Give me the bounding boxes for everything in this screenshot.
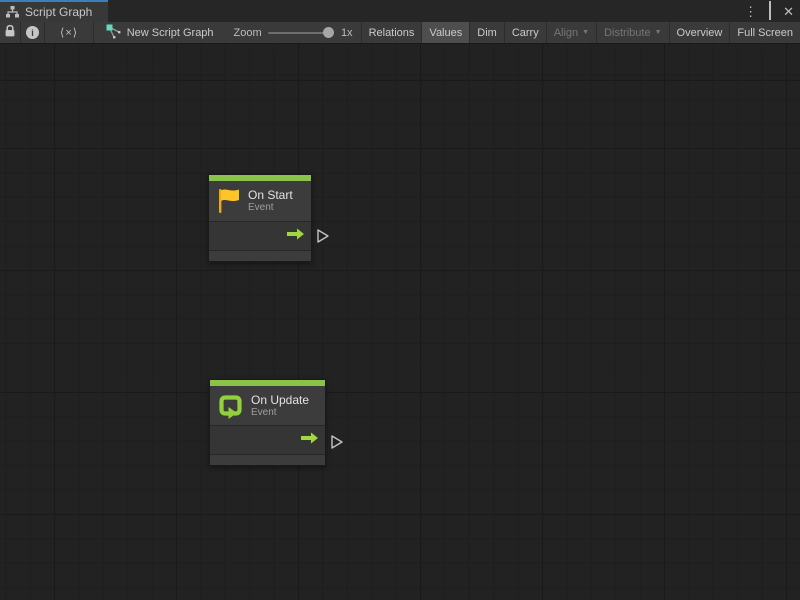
node-subtitle: Event <box>251 407 309 419</box>
node-on-update[interactable]: On Update Event <box>209 379 326 466</box>
relations-label: Relations <box>369 27 415 39</box>
node-title: On Start <box>248 188 293 202</box>
node-titles: On Update Event <box>251 393 309 419</box>
new-graph-icon <box>106 24 121 42</box>
overview-button[interactable]: Overview <box>670 22 730 43</box>
info-icon: i <box>26 26 39 39</box>
node-title: On Update <box>251 393 309 407</box>
script-graph-window: Script Graph ⋮ ✕ i ⟨×⟩ <box>0 0 800 600</box>
node-subtitle: Event <box>248 202 293 214</box>
chevron-down-icon: ▼ <box>655 29 662 36</box>
node-footer <box>210 455 325 465</box>
zoom-value: 1x <box>341 27 353 39</box>
node-on-start[interactable]: On Start Event <box>208 174 312 262</box>
toolbar-toggle-group: Relations Values Dim Carry Align ▼ Distr… <box>361 22 800 43</box>
values-label: Values <box>429 27 462 39</box>
zoom-slider[interactable] <box>268 22 334 43</box>
chevron-down-icon: ▼ <box>582 29 589 36</box>
node-titles: On Start Event <box>248 188 293 214</box>
graph-toolbar: i ⟨×⟩ New Script Graph Zoom 1x <box>0 22 800 44</box>
graph-info-button[interactable]: i <box>21 22 45 43</box>
align-dropdown[interactable]: Align ▼ <box>547 22 596 43</box>
tab-script-graph[interactable]: Script Graph <box>0 0 108 22</box>
maximize-box <box>769 1 771 20</box>
output-port[interactable] <box>330 434 344 450</box>
lock-icon <box>4 24 16 41</box>
flow-arrow-icon <box>287 227 305 245</box>
tab-bar: Script Graph ⋮ ✕ <box>0 0 800 22</box>
code-brackets-icon: ⟨×⟩ <box>60 26 78 39</box>
maximize-icon[interactable] <box>769 5 771 18</box>
carry-toggle[interactable]: Carry <box>505 22 546 43</box>
new-script-graph-button[interactable]: New Script Graph <box>94 22 224 43</box>
relations-toggle[interactable]: Relations <box>362 22 422 43</box>
zoom-slider-handle[interactable] <box>323 27 334 38</box>
node-port-row <box>210 426 325 455</box>
node-port-row <box>209 222 311 251</box>
tab-label: Script Graph <box>25 5 92 19</box>
new-graph-label: New Script Graph <box>127 27 214 39</box>
distribute-dropdown[interactable]: Distribute ▼ <box>597 22 668 43</box>
output-port[interactable] <box>316 228 330 244</box>
zoom-label: Zoom <box>234 27 262 39</box>
align-label: Align <box>554 27 578 39</box>
overview-label: Overview <box>677 27 723 39</box>
dim-label: Dim <box>477 27 497 39</box>
graph-hierarchy-icon <box>6 6 19 18</box>
tabbar-controls: ⋮ ✕ <box>744 0 794 22</box>
node-header: On Start Event <box>209 181 311 222</box>
node-header: On Update Event <box>210 386 325 426</box>
graph-canvas[interactable]: On Start Event <box>0 44 800 600</box>
dim-toggle[interactable]: Dim <box>470 22 504 43</box>
values-toggle[interactable]: Values <box>422 22 469 43</box>
code-preview-button[interactable]: ⟨×⟩ <box>45 22 92 43</box>
full-screen-label: Full Screen <box>737 27 793 39</box>
flow-arrow-icon <box>301 431 319 449</box>
flag-icon <box>216 187 241 215</box>
node-footer <box>209 251 311 261</box>
loop-icon <box>217 392 244 419</box>
distribute-label: Distribute <box>604 27 650 39</box>
kebab-menu-icon[interactable]: ⋮ <box>744 5 757 18</box>
close-icon[interactable]: ✕ <box>783 5 794 18</box>
zoom-slider-track <box>268 32 330 34</box>
full-screen-toggle[interactable]: Full Screen <box>730 22 800 43</box>
lock-button[interactable] <box>0 22 20 43</box>
carry-label: Carry <box>512 27 539 39</box>
